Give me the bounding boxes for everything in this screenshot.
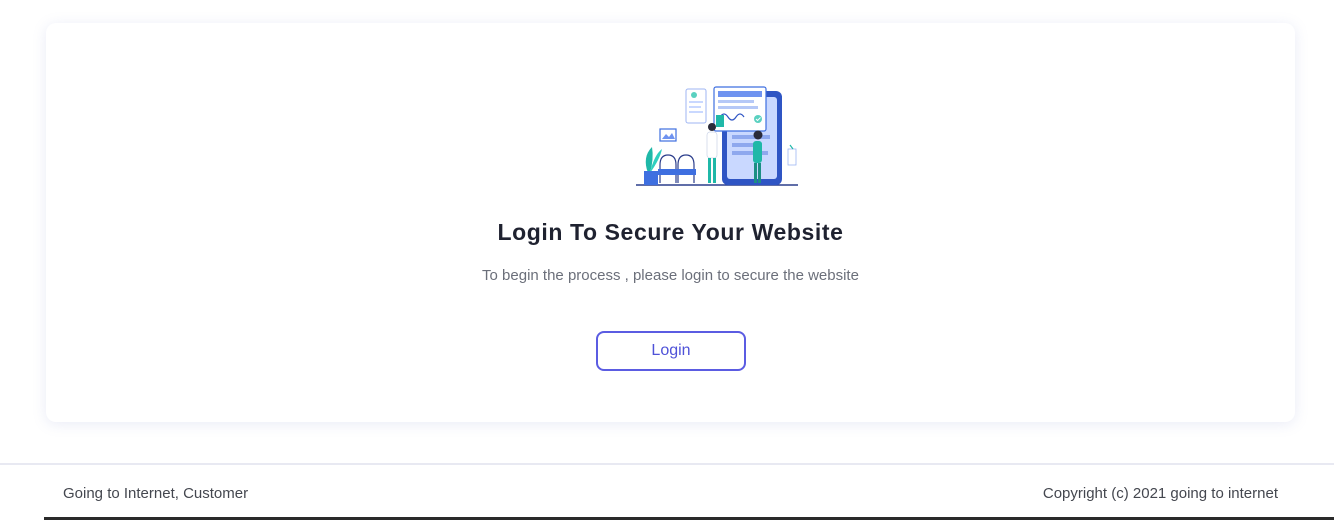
page-subtitle: To begin the process , please login to s…: [482, 267, 859, 284]
page: Login To Secure Your Website To begin th…: [0, 0, 1334, 520]
footer: Going to Internet, Customer Copyright (c…: [0, 463, 1334, 520]
secure-login-illustration: [636, 86, 798, 186]
login-button[interactable]: Login: [596, 331, 746, 371]
login-card: Login To Secure Your Website To begin th…: [46, 23, 1295, 422]
footer-copyright: Copyright (c) 2021 going to internet: [1042, 485, 1278, 502]
page-title: Login To Secure Your Website: [497, 219, 844, 245]
footer-customer-text: Going to Internet, Customer: [63, 485, 249, 502]
